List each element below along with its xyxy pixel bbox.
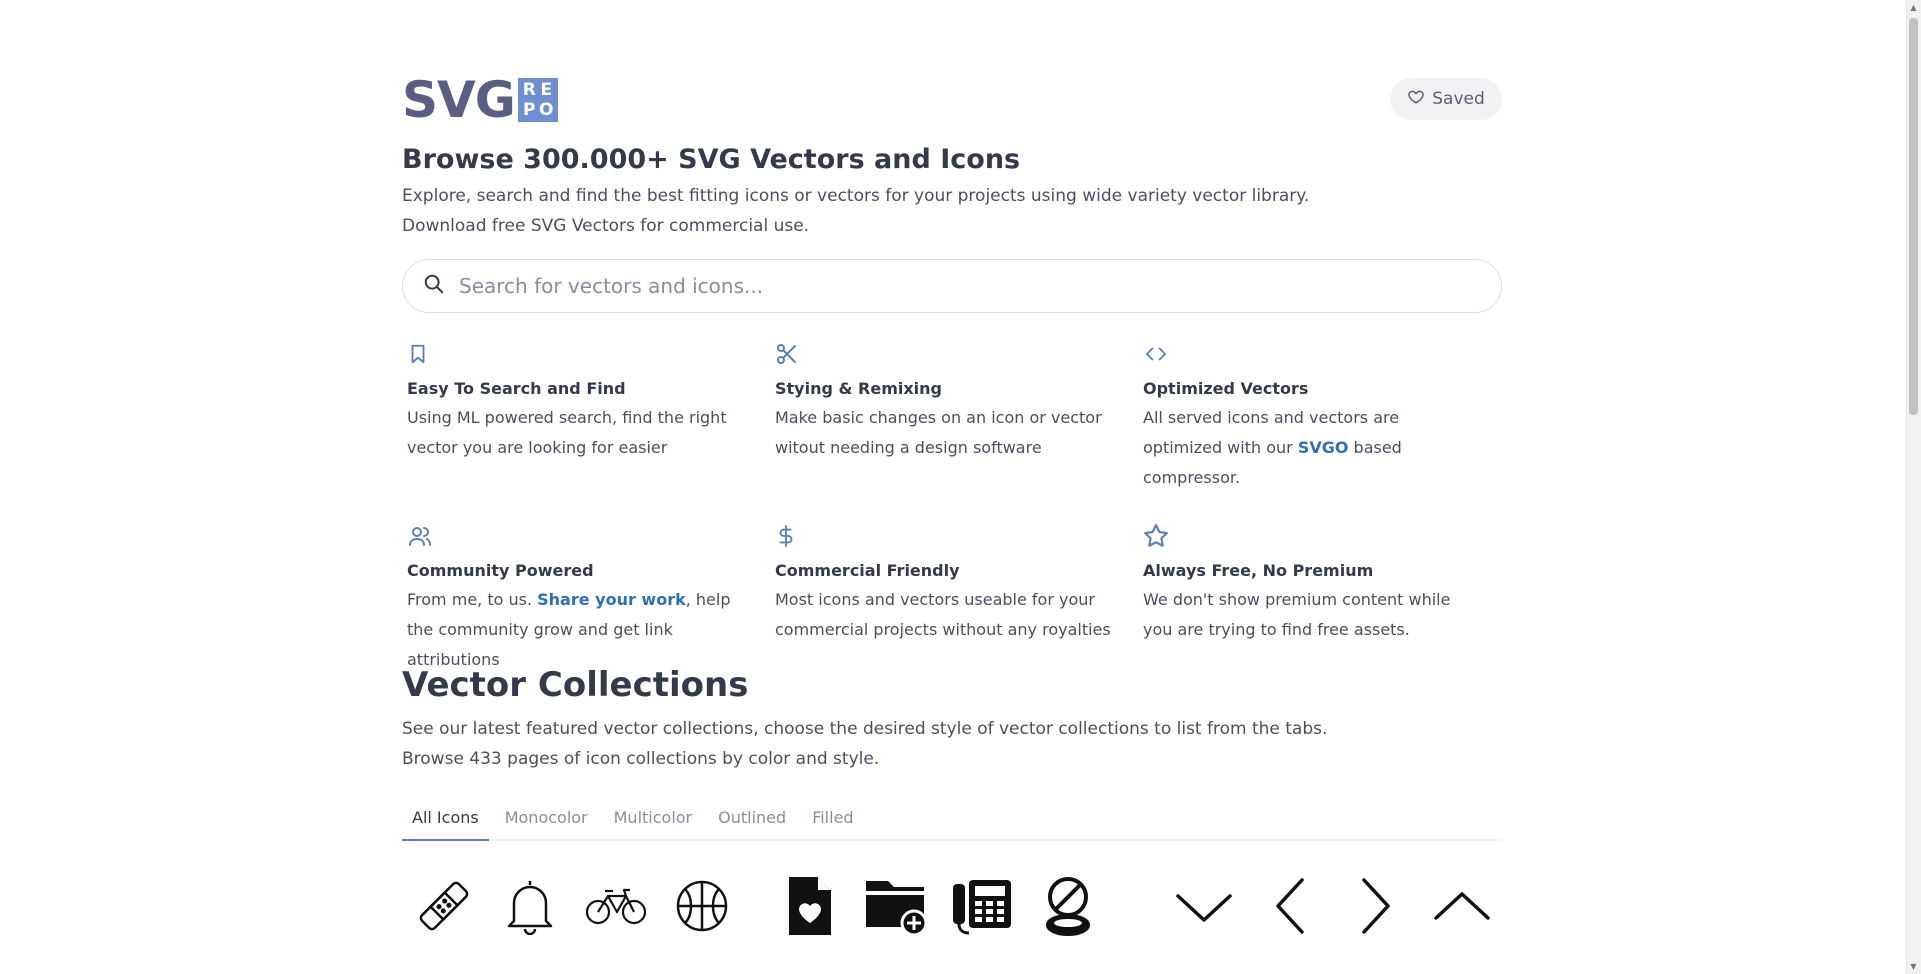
header: SVG R E P O Saved bbox=[402, 0, 1502, 140]
office-phone-icon[interactable] bbox=[950, 870, 1014, 942]
bicycle-icon[interactable] bbox=[584, 870, 648, 942]
tab-all-icons[interactable]: All Icons bbox=[402, 804, 489, 841]
heart-icon bbox=[1407, 88, 1425, 111]
feature-title: Community Powered bbox=[407, 561, 594, 580]
logo-box-letter: O bbox=[539, 100, 554, 120]
star-icon bbox=[1143, 519, 1507, 553]
feature-title: Easy To Search and Find bbox=[407, 379, 626, 398]
compact-mirror-icon[interactable] bbox=[1036, 870, 1100, 942]
logo-box-letter: R bbox=[522, 80, 536, 100]
share-your-work-link[interactable]: Share your work bbox=[537, 590, 686, 609]
feature-body-text: From me, to us. bbox=[407, 590, 538, 609]
scissors-icon bbox=[775, 337, 1143, 371]
page-description: Explore, search and find the best fittin… bbox=[402, 186, 1310, 206]
feature-item: Commercial Friendly Most icons and vecto… bbox=[775, 519, 1143, 675]
feature-body: Using ML powered search, find the right … bbox=[407, 408, 727, 457]
saved-button[interactable]: Saved bbox=[1390, 78, 1502, 120]
feature-item: Always Free, No Premium We don't show pr… bbox=[1143, 519, 1507, 675]
feature-body: We don't show premium content while you … bbox=[1143, 590, 1451, 639]
search-bar[interactable] bbox=[402, 259, 1502, 313]
bandage-icon[interactable] bbox=[412, 870, 476, 942]
chevron-up-icon[interactable] bbox=[1430, 870, 1494, 942]
tab-outlined[interactable]: Outlined bbox=[708, 804, 796, 839]
folder-add-icon[interactable] bbox=[864, 870, 928, 942]
chevron-left-icon[interactable] bbox=[1258, 870, 1322, 942]
svgo-link[interactable]: SVGO bbox=[1298, 438, 1349, 457]
tab-filled[interactable]: Filled bbox=[802, 804, 863, 839]
basketball-icon[interactable] bbox=[670, 870, 734, 942]
collections-description: Browse 433 pages of icon collections by … bbox=[402, 749, 880, 769]
chevron-down-icon[interactable] bbox=[1172, 870, 1236, 942]
logo-box-letter: P bbox=[523, 100, 536, 120]
feature-body: All served icons and vectors are optimiz… bbox=[1143, 403, 1483, 493]
scroll-up-arrow-icon[interactable]: ▲ bbox=[1909, 3, 1918, 12]
code-icon bbox=[1143, 337, 1507, 371]
features-grid: Easy To Search and Find Using ML powered… bbox=[407, 337, 1507, 675]
scroll-down-arrow-icon[interactable]: ▼ bbox=[1909, 962, 1918, 971]
bell-icon[interactable] bbox=[498, 870, 562, 942]
users-icon bbox=[407, 519, 775, 553]
tab-monocolor[interactable]: Monocolor bbox=[495, 804, 598, 839]
collection-preview-row bbox=[412, 870, 1502, 942]
saved-label: Saved bbox=[1432, 89, 1485, 109]
tab-multicolor[interactable]: Multicolor bbox=[604, 804, 703, 839]
feature-item: Easy To Search and Find Using ML powered… bbox=[407, 337, 775, 493]
feature-body: From me, to us. Share your work, help th… bbox=[407, 585, 747, 675]
feature-item: Community Powered From me, to us. Share … bbox=[407, 519, 775, 675]
feature-item: Optimized Vectors All served icons and v… bbox=[1143, 337, 1507, 493]
scrollbar[interactable]: ▲ ▼ bbox=[1906, 0, 1921, 974]
logo-box: R E P O bbox=[517, 78, 558, 122]
feature-title: Commercial Friendly bbox=[775, 561, 960, 580]
feature-item: Stying & Remixing Make basic changes on … bbox=[775, 337, 1143, 493]
page-title: Browse 300.000+ SVG Vectors and Icons bbox=[402, 144, 1021, 175]
search-icon[interactable] bbox=[423, 273, 445, 299]
feature-body: Make basic changes on an icon or vector … bbox=[775, 408, 1102, 457]
scrollbar-thumb[interactable] bbox=[1909, 18, 1918, 415]
collections-description: See our latest featured vector collectio… bbox=[402, 719, 1328, 739]
chevron-right-icon[interactable] bbox=[1344, 870, 1408, 942]
feature-title: Always Free, No Premium bbox=[1143, 561, 1374, 580]
feature-body: Most icons and vectors useable for your … bbox=[775, 590, 1111, 639]
svgrepo-logo[interactable]: SVG R E P O bbox=[402, 71, 558, 129]
bookmark-icon bbox=[407, 337, 775, 371]
feature-title: Optimized Vectors bbox=[1143, 379, 1309, 398]
dollar-icon bbox=[775, 519, 1143, 553]
search-input[interactable] bbox=[459, 274, 1359, 298]
collections-title: Vector Collections bbox=[402, 665, 749, 705]
file-heart-icon[interactable] bbox=[778, 870, 842, 942]
collection-tabs: All Icons Monocolor Multicolor Outlined … bbox=[402, 804, 1502, 841]
feature-title: Stying & Remixing bbox=[775, 379, 942, 398]
logo-box-letter: E bbox=[540, 80, 553, 100]
page-container: SVG R E P O Saved Browse 300.000+ SVG Ve… bbox=[402, 0, 1502, 937]
logo-text: SVG bbox=[402, 71, 516, 129]
page-description: Download free SVG Vectors for commercial… bbox=[402, 216, 810, 236]
